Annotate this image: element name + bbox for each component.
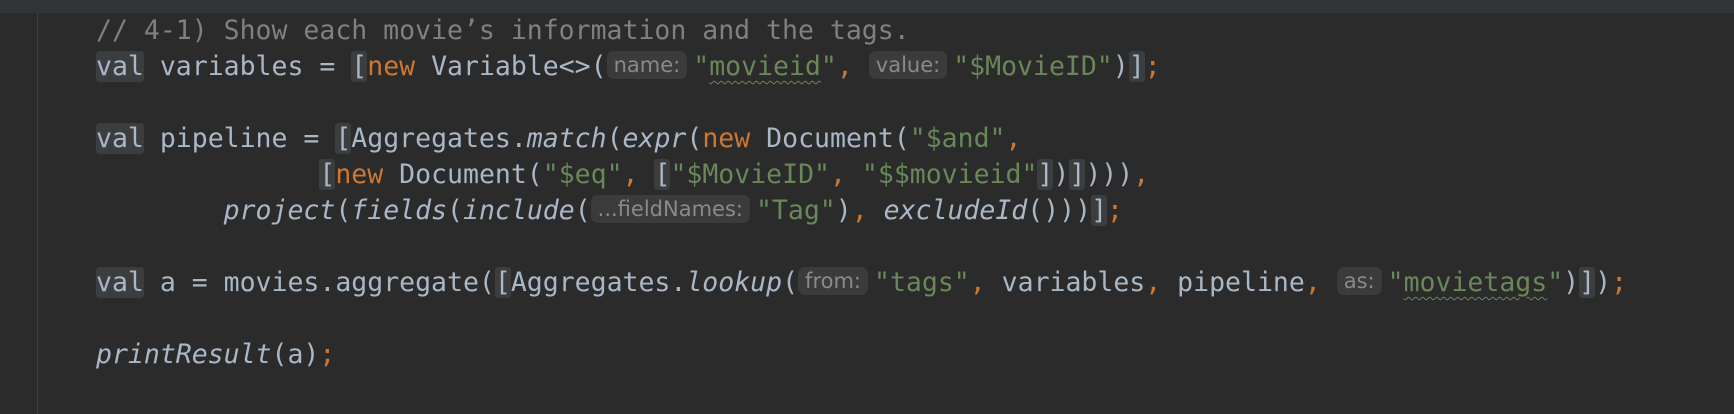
function-printresult: printResult — [96, 339, 272, 370]
code-line-1: // 4-1) Show each movie’s information an… — [96, 13, 1734, 49]
comma: , — [622, 159, 655, 190]
comma: , — [969, 267, 1002, 298]
semicolon: ; — [319, 339, 336, 370]
method-include: include — [463, 195, 575, 226]
semicolon: ; — [1107, 195, 1123, 226]
bracket-open: [ — [351, 51, 368, 82]
comma: , — [1005, 123, 1022, 154]
bracket-close: ] — [1037, 159, 1054, 190]
comma: , — [1304, 267, 1337, 298]
param-hint-name: name: — [606, 51, 688, 79]
string-and: "$and" — [909, 123, 1006, 154]
paren: ( — [606, 123, 623, 154]
paren-close: ) — [1112, 51, 1129, 82]
comma: , — [1133, 159, 1150, 190]
keyword-new: new — [702, 123, 751, 154]
method-excludeid: excludeId — [883, 195, 1028, 226]
code-line-10: printResult(a); — [96, 337, 1734, 373]
class-name: Variable<>( — [415, 51, 607, 82]
comma: , — [1145, 267, 1178, 298]
param-hint-fieldnames: ...fieldNames: — [590, 195, 750, 223]
keyword-val: val — [96, 123, 144, 154]
string-quote: " — [1387, 267, 1404, 298]
method-match: match — [526, 123, 607, 154]
method-lookup: lookup — [686, 267, 783, 298]
class-ref: Aggregates. — [351, 123, 527, 154]
paren: ( — [574, 195, 591, 226]
identifier: variables — [1001, 267, 1146, 298]
identifier: pipeline = — [143, 123, 336, 154]
paren: ( — [447, 195, 463, 226]
string-movieid-ref: "$MovieID" — [670, 159, 830, 190]
string-movieid: movieid — [709, 51, 821, 82]
string-eq: "$eq" — [542, 159, 623, 190]
semicolon: ; — [1144, 51, 1161, 82]
class-ref: Aggregates. — [510, 267, 687, 298]
keyword-new: new — [367, 51, 416, 82]
editor-top-strip — [0, 0, 1734, 13]
method-expr: expr — [622, 123, 687, 154]
param-hint-as: as: — [1336, 267, 1382, 295]
method-project: project — [223, 195, 336, 226]
paren-close: ))) — [1085, 159, 1134, 190]
class-name: Document( — [383, 159, 543, 190]
keyword-val: val — [96, 267, 144, 298]
semicolon: ; — [1611, 267, 1628, 298]
method-fields: fields — [351, 195, 448, 226]
string-quote: " — [820, 51, 837, 82]
string-movieid-value: "$MovieID" — [953, 51, 1113, 82]
bracket-open: [ — [319, 159, 336, 190]
string-movieid-var: "$$movieid" — [861, 159, 1038, 190]
paren-close: ) — [835, 195, 852, 226]
identifier: variables = — [143, 51, 352, 82]
bracket-open: [ — [494, 267, 511, 298]
identifier: pipeline — [1177, 267, 1305, 298]
bracket-close: ] — [1579, 267, 1596, 298]
paren: ( — [335, 195, 352, 226]
code-line-4: val pipeline = [Aggregates.match(expr(ne… — [96, 121, 1734, 157]
code-line-2: val variables = [new Variable<>(name: "mo… — [96, 49, 1734, 85]
paren-close: ) — [1595, 267, 1612, 298]
keyword-val: val — [96, 51, 144, 82]
string-quote: " — [1547, 267, 1564, 298]
string-quote: " — [693, 51, 710, 82]
comma: , — [851, 195, 884, 226]
paren-close: ())) — [1027, 195, 1092, 226]
code-comment: // 4-1) Show each movie’s information an… — [96, 15, 910, 46]
string-movietags: movietags — [1403, 267, 1548, 298]
param-hint-from: from: — [798, 267, 868, 295]
string-tag: "Tag" — [755, 195, 836, 226]
bracket-close: ] — [1091, 195, 1108, 226]
param-hint-value: value: — [868, 51, 948, 79]
code-line-5: [new Document("$eq", ["$MovieID", "$$mov… — [96, 157, 1734, 193]
comma: , — [829, 159, 862, 190]
identifier: a = movies.aggregate( — [143, 267, 495, 298]
line-number-gutter — [0, 13, 38, 414]
paren-close: ) — [1053, 159, 1070, 190]
code-line-6: project(fields(include(...fieldNames: "Ta… — [96, 193, 1734, 229]
code-editor[interactable]: // 4-1) Show each movie’s information an… — [96, 13, 1734, 373]
string-tags: "tags" — [874, 267, 970, 298]
bracket-close: ] — [1069, 159, 1086, 190]
arguments: (a) — [271, 339, 320, 370]
code-line-8: val a = movies.aggregate([Aggregates.loo… — [96, 265, 1734, 301]
paren: ( — [686, 123, 703, 154]
comma: , — [836, 51, 869, 82]
bracket-close: ] — [1128, 51, 1145, 82]
class-name: Document( — [750, 123, 910, 154]
paren-close: ) — [1563, 267, 1580, 298]
bracket-open: [ — [654, 159, 671, 190]
bracket-open: [ — [335, 123, 352, 154]
keyword-new: new — [335, 159, 384, 190]
paren: ( — [782, 267, 799, 298]
